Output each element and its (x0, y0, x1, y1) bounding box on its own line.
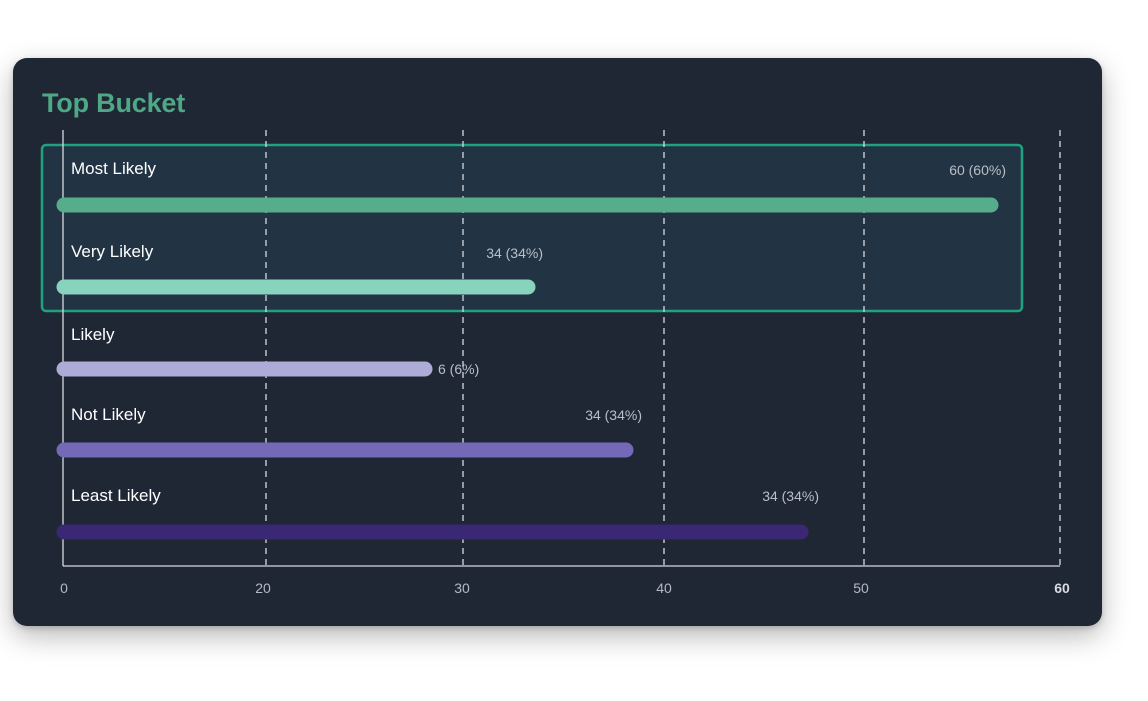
value-label: 34 (34%) (486, 245, 543, 261)
value-label: 60 (60%) (949, 162, 1006, 178)
category-label: Not Likely (71, 405, 146, 424)
bar-chart: 0 20 30 40 50 60 Most Likely 60 (60%) Very Likel… (40, 130, 1070, 596)
x-tick-label: 60 (1054, 580, 1070, 596)
x-tick-label: 20 (255, 580, 271, 596)
chart-card: Top Bucket 0 20 30 40 50 60 Most Likely 60 (60%… (13, 58, 1102, 626)
category-label: Least Likely (71, 486, 161, 505)
category-label: Most Likely (71, 159, 157, 178)
category-label: Very Likely (71, 242, 154, 261)
value-label: 6 (6%) (438, 361, 479, 377)
category-label: Likely (71, 325, 115, 344)
x-tick-label: 40 (656, 580, 672, 596)
x-tick-label: 50 (853, 580, 869, 596)
value-label: 34 (34%) (762, 488, 819, 504)
x-tick-label: 0 (60, 580, 68, 596)
x-tick-label: 30 (454, 580, 470, 596)
value-label: 34 (34%) (585, 407, 642, 423)
